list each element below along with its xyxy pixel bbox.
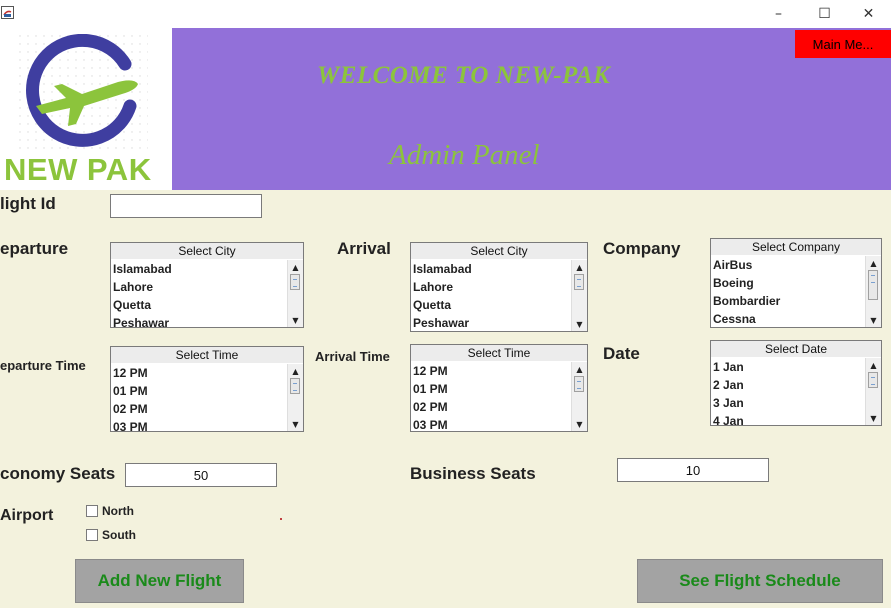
scroll-down-icon[interactable]: ▼	[866, 313, 881, 327]
add-new-flight-button[interactable]: Add New Flight	[75, 559, 244, 603]
minimize-icon: –	[775, 6, 782, 22]
arrival-time-list-header: Select Time	[411, 345, 587, 361]
flight-id-input[interactable]	[110, 194, 262, 218]
close-button[interactable]: ✕	[846, 0, 891, 28]
list-item[interactable]: Peshawar	[112, 314, 286, 327]
list-item[interactable]: Lahore	[112, 278, 286, 296]
scroll-up-icon[interactable]: ▲	[572, 362, 587, 376]
airplane-logo-icon	[18, 34, 148, 152]
logo-text: NEW PAK	[4, 152, 152, 187]
scrollbar[interactable]: ▲ ▼	[571, 260, 587, 331]
checkbox-box[interactable]	[86, 505, 98, 517]
scroll-down-icon[interactable]: ▼	[572, 417, 587, 431]
scroll-thumb[interactable]	[290, 378, 300, 394]
scroll-thumb[interactable]	[574, 274, 584, 290]
list-item[interactable]: 03 PM	[112, 418, 286, 431]
scroll-thumb[interactable]	[574, 376, 584, 392]
list-item[interactable]: 02 PM	[412, 398, 570, 416]
company-list-header: Select Company	[711, 239, 881, 255]
departure-label: eparture	[0, 239, 69, 258]
arrival-label: Arrival	[337, 239, 391, 258]
list-item[interactable]: Quetta	[412, 296, 570, 314]
scroll-up-icon[interactable]: ▲	[866, 256, 881, 270]
list-item[interactable]: 3 Jan	[712, 394, 864, 412]
maximize-button[interactable]: ☐	[802, 0, 847, 28]
arrival-city-list[interactable]: Select City Islamabad Lahore Quetta Pesh…	[410, 242, 588, 332]
welcome-title: WELCOME TO NEW-PAK	[317, 62, 611, 89]
scroll-up-icon[interactable]: ▲	[288, 364, 303, 378]
arrival-list-header: Select City	[411, 243, 587, 259]
see-flight-schedule-button[interactable]: See Flight Schedule	[637, 559, 883, 603]
list-item[interactable]: 01 PM	[112, 382, 286, 400]
list-item[interactable]: 12 PM	[412, 362, 570, 380]
scroll-down-icon[interactable]: ▼	[866, 411, 881, 425]
departure-time-label: eparture Time	[0, 358, 86, 373]
list-item[interactable]: 02 PM	[112, 400, 286, 418]
list-item[interactable]: Peshawar	[412, 314, 570, 331]
scroll-up-icon[interactable]: ▲	[866, 358, 881, 372]
scrollbar[interactable]: ▲ ▼	[865, 358, 881, 425]
date-list[interactable]: Select Date 1 Jan 2 Jan 3 Jan 4 Jan ▲ ▼	[710, 340, 882, 426]
departure-time-list-header: Select Time	[111, 347, 303, 363]
list-item[interactable]: Boeing	[712, 274, 864, 292]
departure-time-list[interactable]: Select Time 12 PM 01 PM 02 PM 03 PM ▲ ▼	[110, 346, 304, 432]
date-label: Date	[603, 344, 640, 363]
scroll-up-icon[interactable]: ▲	[572, 260, 587, 274]
airport-north-checkbox[interactable]: North	[86, 504, 134, 518]
checkbox-label: South	[102, 528, 136, 542]
maximize-icon: ☐	[818, 6, 831, 22]
scroll-down-icon[interactable]: ▼	[288, 313, 303, 327]
list-item[interactable]: 12 PM	[112, 364, 286, 382]
scrollbar[interactable]: ▲ ▼	[287, 260, 303, 327]
list-item[interactable]: 1 Jan	[712, 358, 864, 376]
date-list-header: Select Date	[711, 341, 881, 357]
close-icon: ✕	[862, 6, 875, 22]
list-item[interactable]: Lahore	[412, 278, 570, 296]
scroll-down-icon[interactable]: ▼	[572, 317, 587, 331]
scrollbar[interactable]: ▲ ▼	[865, 256, 881, 327]
checkbox-box[interactable]	[86, 529, 98, 541]
scroll-thumb[interactable]	[868, 372, 878, 388]
economy-seats-input[interactable]	[125, 463, 277, 487]
airport-label: Airport	[0, 507, 54, 524]
scrollbar[interactable]: ▲ ▼	[287, 364, 303, 431]
list-item[interactable]: Bombardier	[712, 292, 864, 310]
list-item[interactable]: 4 Jan	[712, 412, 864, 425]
list-item[interactable]: Quetta	[112, 296, 286, 314]
scrollbar[interactable]: ▲ ▼	[571, 362, 587, 431]
economy-seats-label: conomy Seats	[0, 464, 116, 483]
stray-dot	[280, 518, 282, 520]
company-label: Company	[603, 239, 681, 258]
flight-id-label: light Id	[0, 194, 56, 213]
list-item[interactable]: AirBus	[712, 256, 864, 274]
departure-list-header: Select City	[111, 243, 303, 259]
list-item[interactable]: 2 Jan	[712, 376, 864, 394]
java-app-icon	[1, 4, 14, 19]
arrival-time-list[interactable]: Select Time 12 PM 01 PM 02 PM 03 PM ▲ ▼	[410, 344, 588, 432]
scroll-thumb[interactable]	[290, 274, 300, 290]
scroll-thumb[interactable]	[868, 270, 878, 300]
minimize-button[interactable]: –	[756, 0, 801, 28]
arrival-time-label: Arrival Time	[315, 349, 390, 364]
list-item[interactable]: Islamabad	[112, 260, 286, 278]
list-item[interactable]: 03 PM	[412, 416, 570, 431]
list-item[interactable]: Cessna	[712, 310, 864, 327]
departure-city-list[interactable]: Select City Islamabad Lahore Quetta Pesh…	[110, 242, 304, 328]
scroll-down-icon[interactable]: ▼	[288, 417, 303, 431]
main-menu-button[interactable]: Main Me...	[795, 30, 891, 58]
business-seats-label: Business Seats	[410, 464, 536, 483]
business-seats-input[interactable]	[617, 458, 769, 482]
company-list[interactable]: Select Company AirBus Boeing Bombardier …	[710, 238, 882, 328]
page-subtitle: Admin Panel	[389, 139, 540, 171]
airport-south-checkbox[interactable]: South	[86, 528, 136, 542]
checkbox-label: North	[102, 504, 134, 518]
list-item[interactable]: Islamabad	[412, 260, 570, 278]
list-item[interactable]: 01 PM	[412, 380, 570, 398]
scroll-up-icon[interactable]: ▲	[288, 260, 303, 274]
